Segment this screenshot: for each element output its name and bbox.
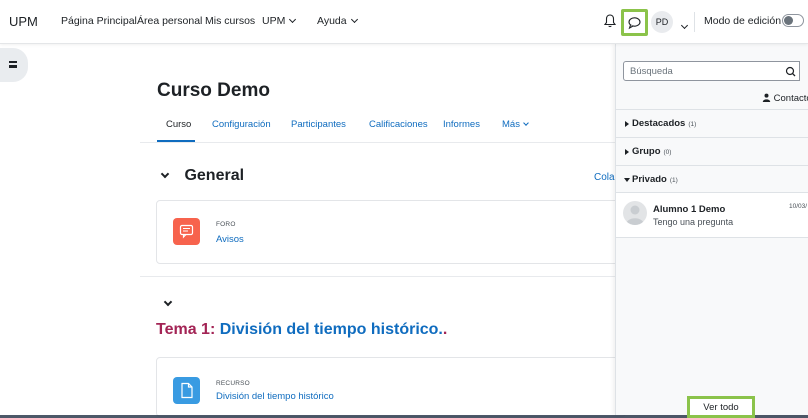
list-icon	[9, 61, 17, 68]
messaging-drawer: Búsqueda Contacto Destacados (1) Grupo (0)…	[615, 44, 808, 418]
top-navbar: UPM Página Principal Área personal Mis c…	[0, 0, 808, 44]
conversation-item[interactable]: Alumno 1 Demo Tengo una pregunta 10/03/	[616, 192, 808, 238]
nav-my-courses[interactable]: Mis cursos	[205, 15, 255, 27]
group-private[interactable]: Privado (1)	[616, 165, 808, 193]
section-general-title: General	[184, 167, 245, 184]
group-group-count: (0)	[663, 149, 672, 156]
conversation-preview: Tengo una pregunta	[653, 217, 734, 227]
group-starred[interactable]: Destacados (1)	[616, 109, 808, 137]
chevron-down-icon	[160, 169, 170, 179]
nav-upm-label: UPM	[262, 15, 286, 27]
caret-right-icon	[625, 121, 629, 127]
section-general-header[interactable]: General	[160, 167, 245, 185]
nav-upm-menu[interactable]: UPM	[262, 15, 297, 27]
group-private-name: Privado	[632, 174, 667, 185]
edit-mode-label: Modo de edición	[704, 15, 782, 27]
activity-link-division[interactable]: División del tiempo histórico	[216, 391, 334, 402]
nav-dashboard[interactable]: Área personal	[137, 15, 202, 27]
search-placeholder: Búsqueda	[630, 66, 673, 77]
tab-grades[interactable]: Calificaciones	[369, 119, 428, 130]
course-index-toggle[interactable]	[0, 48, 28, 82]
tab-more[interactable]: Más	[502, 119, 529, 130]
group-private-count: (1)	[669, 177, 678, 184]
view-all-button[interactable]: Ver todo	[687, 396, 755, 418]
conversation-name: Alumno 1 Demo	[653, 204, 726, 215]
section-tema1-link[interactable]: División del tiempo histórico.	[220, 321, 443, 338]
messages-button[interactable]	[621, 9, 648, 36]
section-tema1-prefix: Tema 1:	[156, 321, 216, 338]
site-brand[interactable]: UPM	[9, 14, 38, 29]
activity-resource-card: RECURSO División del tiempo histórico	[156, 357, 626, 417]
caret-right-icon	[625, 149, 629, 155]
tab-more-label: Más	[502, 119, 520, 130]
contacts-label: Contacto	[773, 93, 808, 104]
edit-mode-toggle[interactable]	[782, 14, 804, 27]
group-group-label: Grupo (0)	[632, 146, 671, 157]
group-private-label: Privado (1)	[632, 174, 678, 185]
bell-icon[interactable]	[604, 14, 616, 28]
message-search-input[interactable]: Búsqueda	[623, 61, 783, 81]
avatar	[623, 201, 647, 225]
chevron-down-icon	[289, 15, 297, 24]
group-starred-name: Destacados	[632, 118, 686, 129]
section-tema1-dot: .	[442, 321, 448, 338]
search-button[interactable]	[782, 61, 800, 81]
activity-forum-card: FORO Avisos	[156, 200, 626, 264]
group-group-name: Grupo	[632, 146, 661, 157]
navbar-divider	[694, 12, 695, 32]
section-tema1-title: Tema 1: División del tiempo histórico..	[156, 321, 447, 339]
tabs-divider	[140, 142, 620, 143]
section-tema1-toggle[interactable]	[163, 292, 173, 310]
chevron-down-icon	[523, 120, 529, 126]
tab-course[interactable]: Curso	[166, 119, 191, 130]
nav-help-label: Ayuda	[317, 15, 347, 27]
chevron-down-icon	[680, 21, 689, 30]
section-divider	[140, 276, 620, 277]
group-starred-count: (1)	[688, 121, 697, 128]
group-starred-label: Destacados (1)	[632, 118, 696, 129]
activity-link-avisos[interactable]: Avisos	[216, 234, 244, 245]
activity-type-label: FORO	[216, 221, 236, 228]
nav-help-menu[interactable]: Ayuda	[317, 15, 358, 27]
forum-icon	[173, 218, 200, 245]
tab-reports[interactable]: Informes	[443, 119, 480, 130]
contacts-link[interactable]: Contacto	[762, 93, 808, 104]
conversation-date: 10/03/	[789, 203, 808, 210]
file-icon	[173, 377, 200, 404]
page-title: Curso Demo	[157, 80, 270, 101]
chevron-down-icon	[350, 15, 358, 24]
user-menu-chevron[interactable]	[677, 17, 689, 35]
group-group[interactable]: Grupo (0)	[616, 137, 808, 165]
chat-bubble-icon	[628, 17, 641, 30]
caret-down-icon	[624, 178, 630, 182]
user-icon	[762, 93, 771, 102]
search-icon	[785, 66, 796, 77]
activity-type-label: RECURSO	[216, 380, 250, 387]
chevron-down-icon	[163, 297, 173, 307]
tab-settings[interactable]: Configuración	[212, 119, 271, 130]
user-avatar[interactable]: PD	[651, 11, 673, 33]
nav-home[interactable]: Página Principal	[61, 15, 137, 27]
tab-participants[interactable]: Participantes	[291, 119, 346, 130]
